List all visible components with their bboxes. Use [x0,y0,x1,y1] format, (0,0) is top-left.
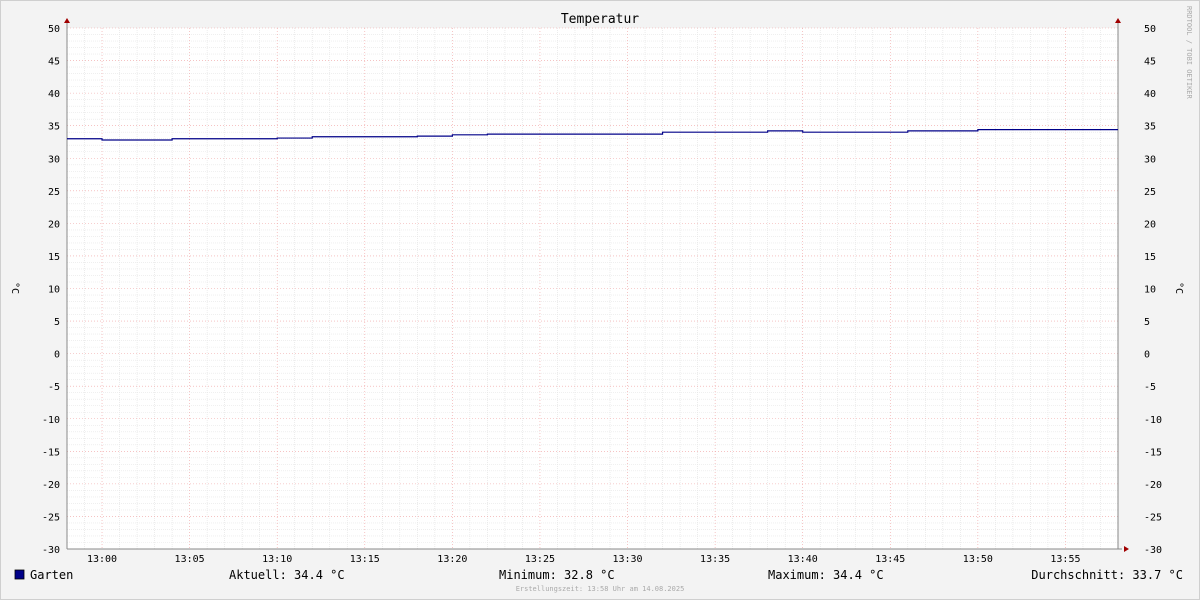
chart-canvas: 50 5045 4540 4035 3530 3025 2520 2015 1510 105 50 0… [0,0,1200,600]
y-tick-label-left: 35 [48,122,60,133]
y-axis-label-left: °C [9,282,20,294]
legend-maximum: Maximum: 34.4 °C [768,568,884,582]
x-tick-label: 13:40 [788,554,818,565]
creation-time: Erstellungszeit: 13:58 Uhr am 14.08.2025 [516,585,685,593]
x-tick-label: 13:50 [963,554,993,565]
y-tick-label-right: 0 [1144,350,1150,361]
y-tick-label-left: -30 [42,545,60,556]
y-tick-label-left: -10 [42,415,60,426]
x-tick-label: 13:10 [262,554,292,565]
y-tick-label-left: 40 [48,89,60,100]
y-tick-label-right: -5 [1144,382,1156,393]
y-tick-label-right: -20 [1144,480,1162,491]
x-tick-label: 13:30 [612,554,642,565]
y-tick-label-left: -5 [48,382,60,393]
x-tick-label: 13:25 [525,554,555,565]
y-axis-label-right: °C [1173,282,1184,294]
temperature-chart: 50 50 45 45 40 40 35 35 30 30 25 25 20 20 15 15 10 10 5 5 0 0… [0,0,1200,600]
legend-series-name: Garten [30,568,73,582]
y-tick-label-left: 0 [54,350,60,361]
y-tick-label-right: 50 [1144,24,1156,35]
y-tick-label-left: 5 [54,317,60,328]
x-tick-label: 13:00 [87,554,117,565]
y-tick-label-right: 30 [1144,154,1156,165]
y-tick-label-right: 20 [1144,219,1156,230]
rrdtool-watermark: RRDTOOL / TOBI OETIKER [1185,6,1193,100]
y-tick-label-left: 20 [48,219,60,230]
y-tick-label-right: 15 [1144,252,1156,263]
y-tick-label-left: 45 [48,57,60,68]
y-tick-label-left: 30 [48,154,60,165]
y-tick-label-right: 45 [1144,57,1156,68]
x-tick-label: 13:20 [437,554,467,565]
x-tick-label: 13:05 [175,554,205,565]
y-tick-label-right: 5 [1144,317,1150,328]
y-tick-label-right: 40 [1144,89,1156,100]
chart-title: Temperatur [561,12,639,27]
y-tick-label-right: 35 [1144,122,1156,133]
y-tick-label-right: -30 [1144,545,1162,556]
legend-swatch-garten [14,569,25,580]
y-tick-label-right: -25 [1144,512,1162,523]
y-tick-label-right: 10 [1144,285,1156,296]
y-tick-label-right: -15 [1144,447,1162,458]
y-tick-label-left: -25 [42,512,60,523]
y-tick-label-left: 15 [48,252,60,263]
y-tick-label-left: 10 [48,285,60,296]
x-tick-label: 13:15 [350,554,380,565]
y-tick-label-left: 50 [48,24,60,35]
y-tick-label-left: -15 [42,447,60,458]
x-tick-label: 13:35 [700,554,730,565]
legend-minimum: Minimum: 32.8 °C [499,568,615,582]
legend-current: Aktuell: 34.4 °C [229,568,345,582]
grid-layer [67,27,1118,550]
x-tick-label: 13:55 [1050,554,1080,565]
legend-average: Durchschnitt: 33.7 °C [1031,568,1183,582]
y-tick-label-right: -10 [1144,415,1162,426]
y-tick-label-right: 25 [1144,187,1156,198]
y-tick-label-left: -20 [42,480,60,491]
y-tick-label-left: 25 [48,187,60,198]
x-tick-label: 13:45 [875,554,905,565]
